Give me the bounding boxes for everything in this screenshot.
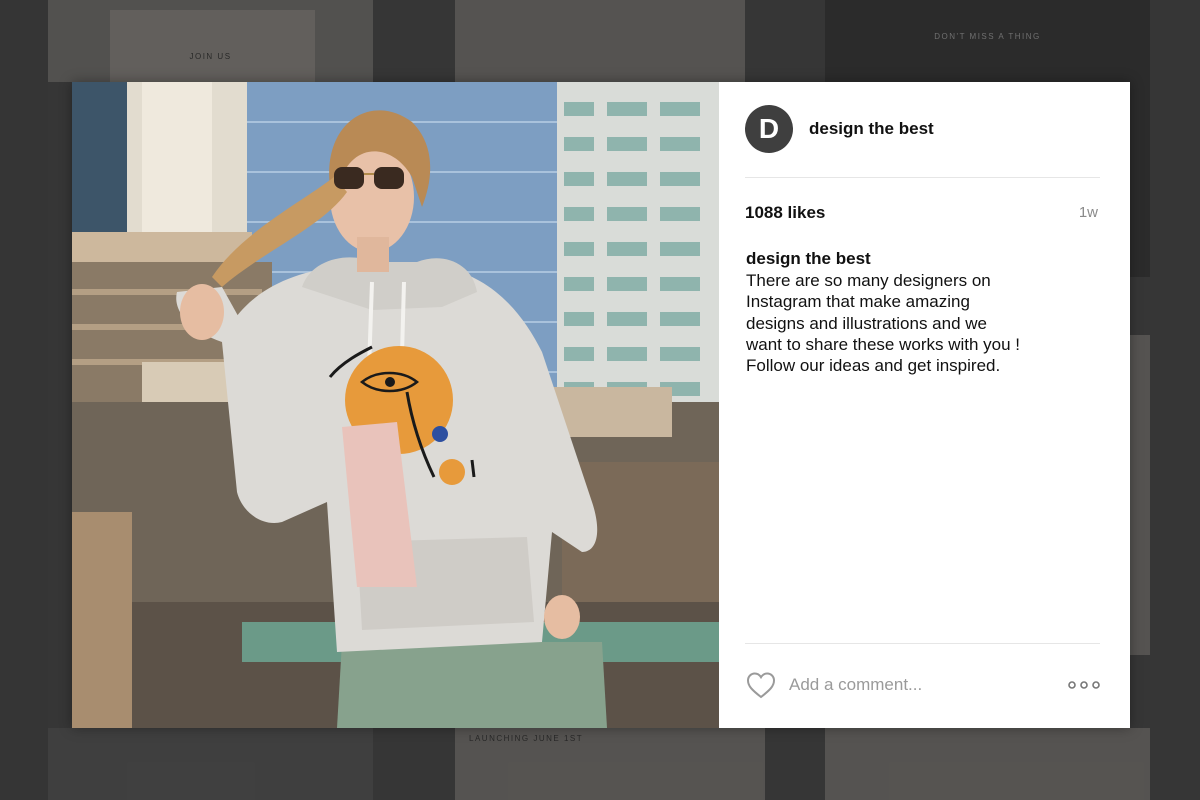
post-username[interactable]: design the best xyxy=(809,119,934,139)
comment-input[interactable] xyxy=(789,672,1029,698)
caption-username[interactable]: design the best xyxy=(746,249,871,269)
post-photo xyxy=(72,82,719,728)
caption-text: There are so many designers on Instagram… xyxy=(746,271,1021,376)
comment-divider xyxy=(745,643,1100,644)
more-options-icon[interactable] xyxy=(1068,679,1100,691)
avatar[interactable]: D xyxy=(745,105,793,153)
post-modal: D design the best 1088 likes 1w design t… xyxy=(72,82,1130,728)
post-time[interactable]: 1w xyxy=(1079,204,1098,221)
heart-icon[interactable] xyxy=(746,671,776,699)
post-photo-image xyxy=(72,82,719,728)
likes-count[interactable]: 1088 likes xyxy=(745,203,825,223)
header-divider xyxy=(745,177,1100,178)
post-details-panel: D design the best 1088 likes 1w design t… xyxy=(719,82,1130,728)
